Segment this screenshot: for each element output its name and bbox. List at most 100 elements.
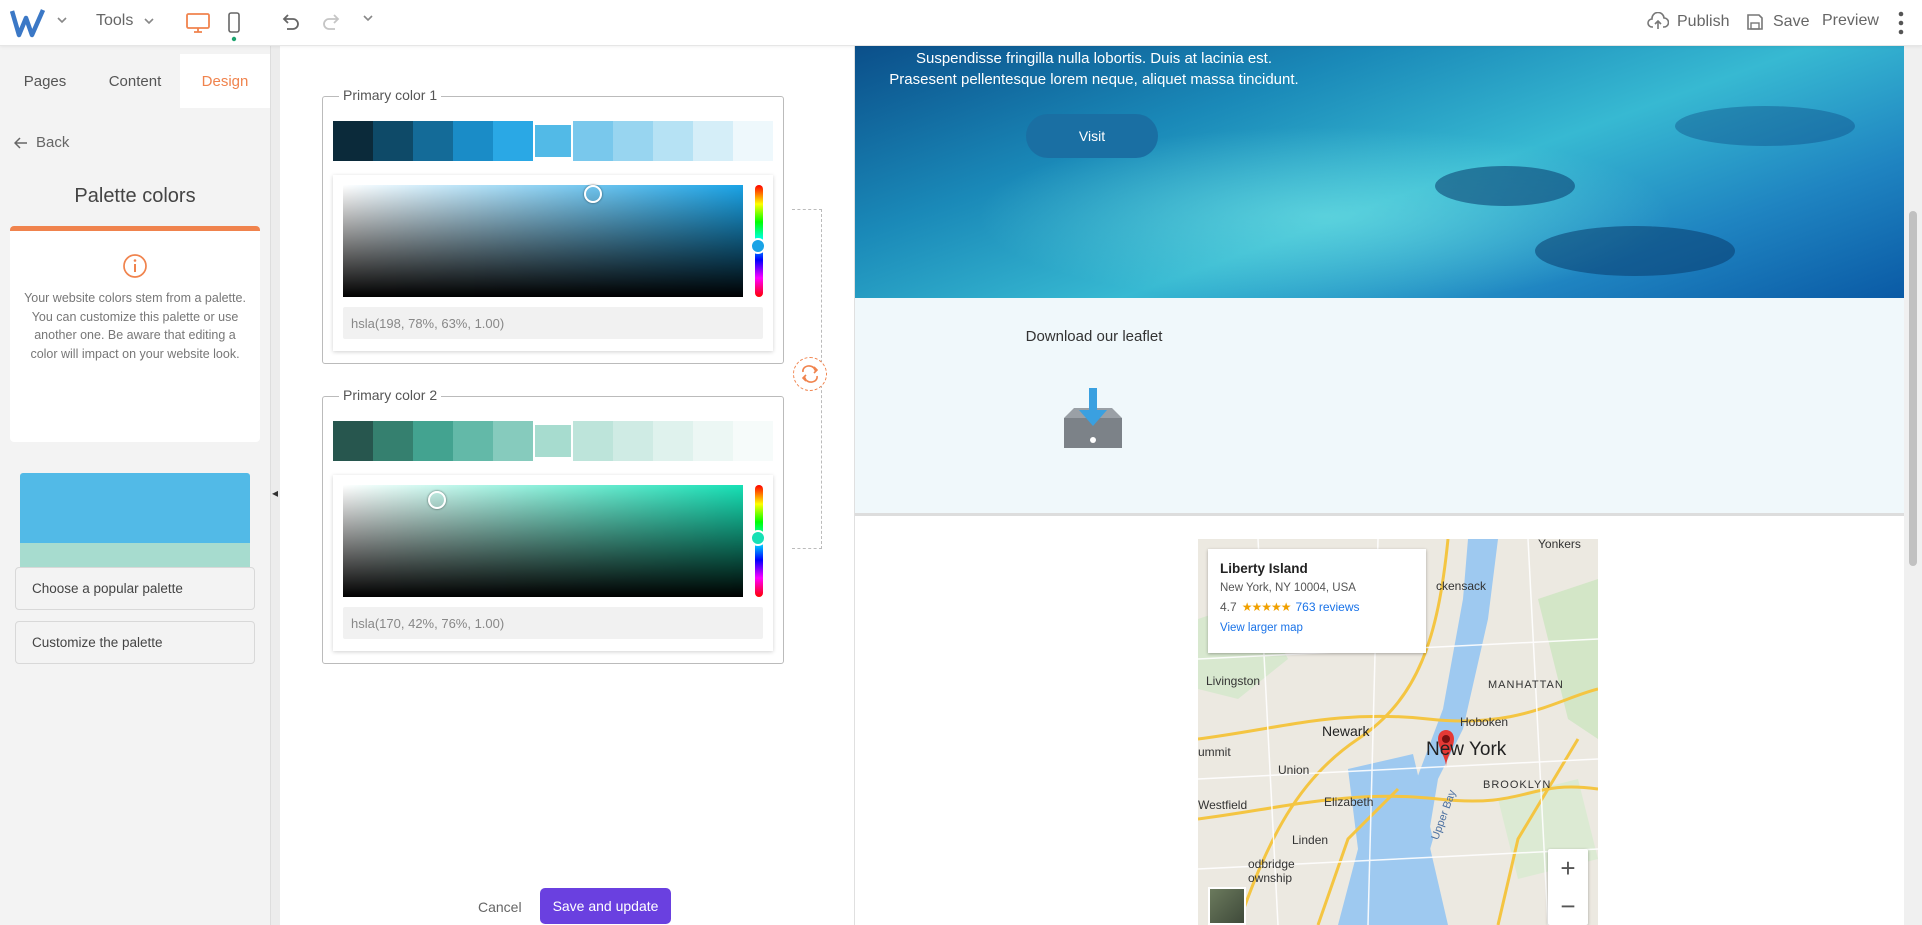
primary-color-1-swatch[interactable] — [733, 121, 773, 161]
rating-stars-icon: ★★★★★ — [1241, 600, 1292, 614]
save-label: Save — [1773, 13, 1810, 30]
place-info-card: Liberty Island New York, NY 10004, USA 4… — [1208, 549, 1426, 653]
saturation-value-area-1[interactable] — [343, 185, 743, 297]
view-larger-map-link[interactable]: View larger map — [1220, 622, 1414, 634]
cancel-button[interactable]: Cancel — [478, 899, 522, 915]
primary-color-1-swatch[interactable] — [653, 121, 693, 161]
leaflet-title: Download our leaflet — [1025, 328, 1163, 345]
map-label: MANHATTAN — [1488, 679, 1564, 691]
customize-palette-button[interactable]: Customize the palette — [15, 621, 255, 664]
map-label: odbridge — [1248, 857, 1295, 871]
primary-color-2-swatch[interactable] — [533, 423, 573, 459]
color-picker-1: hsla(198, 78%, 63%, 1.00) — [333, 175, 773, 351]
sv-handle-2[interactable] — [428, 491, 446, 509]
tab-pages[interactable]: Pages — [0, 54, 90, 108]
hero-text-line-2: Prasesent pellentesque lorem neque, aliq… — [889, 71, 1299, 88]
choose-popular-palette-button[interactable]: Choose a popular palette — [15, 567, 255, 610]
publish-label: Publish — [1677, 13, 1730, 30]
visit-button[interactable]: Visit — [1026, 114, 1158, 158]
primary-color-1-swatch[interactable] — [693, 121, 733, 161]
hero-reef-shape — [1675, 106, 1855, 146]
map-label: New York — [1426, 739, 1507, 760]
preview-button[interactable]: Preview — [1822, 12, 1879, 30]
primary-color-1-group: Primary color 1 hsla(198, 78%, 63%, 1.00… — [322, 87, 784, 364]
hue-handle-1[interactable] — [750, 238, 766, 254]
zoom-out-icon[interactable]: − — [1548, 887, 1588, 925]
tools-chevron-icon — [144, 18, 154, 25]
tab-content[interactable]: Content — [90, 54, 180, 108]
preview-scrollbar[interactable] — [1904, 46, 1922, 925]
saturation-value-area-2[interactable] — [343, 485, 743, 597]
mobile-view-icon[interactable] — [226, 10, 242, 42]
sidebar-collapse-handle[interactable]: ◂ — [270, 46, 280, 925]
publish-button[interactable]: Publish — [1647, 12, 1729, 32]
more-options-icon[interactable] — [1897, 10, 1905, 36]
primary-color-2-swatch[interactable] — [693, 421, 733, 461]
download-tray-icon[interactable] — [1060, 386, 1126, 459]
palette-editor: Primary color 1 hsla(198, 78%, 63%, 1.00… — [280, 46, 855, 925]
primary-color-1-swatch[interactable] — [613, 121, 653, 161]
hue-slider-1[interactable] — [750, 185, 766, 297]
site-preview: Suspendisse fringilla nulla lobortis. Du… — [855, 46, 1904, 925]
primary-color-1-swatch[interactable] — [573, 121, 613, 161]
hsla-input-2[interactable]: hsla(170, 42%, 76%, 1.00) — [343, 607, 763, 639]
primary-color-2-swatch[interactable] — [453, 421, 493, 461]
primary-color-2-swatch[interactable] — [373, 421, 413, 461]
hero-reef-shape — [1535, 226, 1735, 276]
primary-color-2-swatch[interactable] — [613, 421, 653, 461]
sv-handle-1[interactable] — [584, 185, 602, 203]
zoom-in-icon[interactable]: + — [1548, 849, 1588, 887]
primary-color-2-swatch[interactable] — [493, 421, 533, 461]
place-name: Liberty Island — [1220, 561, 1308, 576]
primary-color-1-swatch[interactable] — [533, 123, 573, 159]
link-colors-icon[interactable] — [793, 357, 827, 391]
map-label: Westfield — [1198, 798, 1248, 812]
info-text: Your website colors stem from a palette.… — [24, 291, 246, 361]
primary-color-2-swatch[interactable] — [653, 421, 693, 461]
panel-title: Palette colors — [74, 185, 196, 207]
undo-icon[interactable] — [278, 10, 302, 34]
desktop-view-icon[interactable] — [184, 10, 212, 36]
primary-color-1-swatch[interactable] — [453, 121, 493, 161]
hue-slider-2[interactable] — [750, 485, 766, 597]
floppy-disk-icon — [1747, 14, 1763, 30]
place-rating: 4.7 ★★★★★ 763 reviews — [1220, 600, 1414, 614]
info-icon — [122, 253, 148, 284]
redo-icon[interactable] — [320, 10, 344, 34]
primary-color-1-swatch[interactable] — [493, 121, 533, 161]
scrollbar-thumb[interactable] — [1909, 211, 1917, 566]
embedded-map[interactable]: Yonkers ckensack Livingston MANHATTAN Ho… — [1198, 539, 1598, 925]
primary-color-2-label: Primary color 2 — [339, 387, 442, 403]
reviews-link[interactable]: 763 reviews — [1295, 600, 1359, 614]
leaflet-section: Download our leaflet — [855, 298, 1904, 516]
satellite-toggle-thumbnail[interactable] — [1208, 887, 1246, 925]
primary-color-2-swatch[interactable] — [333, 421, 373, 461]
primary-color-1-swatch[interactable] — [333, 121, 373, 161]
primary-color-1-swatch[interactable] — [413, 121, 453, 161]
back-link[interactable]: Back — [14, 134, 69, 151]
save-and-update-button[interactable]: Save and update — [540, 888, 671, 924]
history-chevron-icon[interactable] — [362, 12, 374, 24]
primary-color-1-swatches — [333, 121, 773, 161]
palette-preview-color-1 — [20, 473, 250, 543]
map-label: Union — [1278, 763, 1310, 777]
primary-color-1-swatch[interactable] — [373, 121, 413, 161]
save-button[interactable]: Save — [1745, 12, 1809, 32]
primary-color-2-group: Primary color 2 hsla(170, 42%, 76%, 1.00… — [322, 387, 784, 664]
app-logo-icon[interactable] — [10, 6, 46, 40]
hero-text-line-1: Suspendisse fringilla nulla lobortis. Du… — [915, 50, 1272, 67]
hero-reef-shape — [1435, 166, 1575, 206]
tab-design[interactable]: Design — [180, 54, 270, 108]
primary-color-1-label: Primary color 1 — [339, 87, 442, 103]
tools-menu[interactable]: Tools — [96, 12, 155, 30]
tools-label: Tools — [96, 12, 134, 29]
hue-handle-2[interactable] — [750, 530, 766, 546]
hsla-input-1[interactable]: hsla(198, 78%, 63%, 1.00) — [343, 307, 763, 339]
primary-color-2-swatch[interactable] — [733, 421, 773, 461]
primary-color-2-swatch[interactable] — [573, 421, 613, 461]
logo-menu-chevron-icon[interactable] — [56, 14, 68, 26]
primary-color-2-swatch[interactable] — [413, 421, 453, 461]
map-label: Linden — [1292, 833, 1329, 847]
color-picker-2: hsla(170, 42%, 76%, 1.00) — [333, 475, 773, 651]
back-label: Back — [36, 134, 70, 151]
